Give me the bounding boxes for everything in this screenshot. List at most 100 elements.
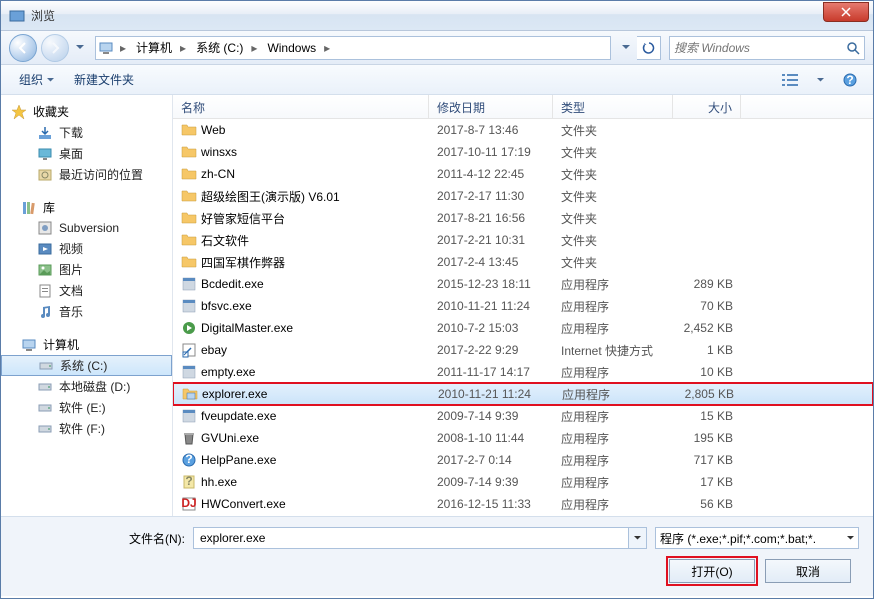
file-row[interactable]: winsxs2017-10-11 17:19文件夹 xyxy=(173,141,873,163)
svg-text:DJ: DJ xyxy=(181,496,196,510)
file-row[interactable]: 四国军棋作弊器2017-2-4 13:45文件夹 xyxy=(173,251,873,273)
file-row[interactable]: Bcdedit.exe2015-12-23 18:11应用程序289 KB xyxy=(173,273,873,295)
search-input[interactable] xyxy=(674,41,846,55)
path-dropdown[interactable] xyxy=(619,37,633,59)
search-box[interactable] xyxy=(669,36,865,60)
file-date: 2011-4-12 22:45 xyxy=(429,167,553,181)
folder-icon xyxy=(181,210,197,226)
file-type: 应用程序 xyxy=(553,430,673,447)
help-icon: ? xyxy=(181,452,197,468)
folder-icon xyxy=(181,232,197,248)
file-date: 2008-1-10 11:44 xyxy=(429,431,553,445)
file-name: 四国军棋作弊器 xyxy=(173,254,429,271)
sidebar-item-download[interactable]: 下载 xyxy=(1,122,172,143)
file-row[interactable]: DigitalMaster.exe2010-7-2 15:03应用程序2,452… xyxy=(173,317,873,339)
path-chevron[interactable]: ▸ xyxy=(320,41,334,55)
view-icon xyxy=(782,73,798,87)
sidebar-item-drive[interactable]: 系统 (C:) xyxy=(1,355,172,376)
sidebar-item-music[interactable]: 音乐 xyxy=(1,301,172,322)
file-row[interactable]: zh-CN2011-4-12 22:45文件夹 xyxy=(173,163,873,185)
file-name: GVUni.exe xyxy=(173,430,429,446)
drive-icon xyxy=(37,379,53,395)
file-row[interactable]: Web2017-8-7 13:46文件夹 xyxy=(173,119,873,141)
back-button[interactable] xyxy=(9,34,37,62)
sidebar-item-recent[interactable]: 最近访问的位置 xyxy=(1,164,172,185)
path-chevron[interactable]: ▸ xyxy=(247,41,261,55)
computer-icon xyxy=(98,40,114,56)
file-date: 2010-7-2 15:03 xyxy=(429,321,553,335)
sidebar-item-picture[interactable]: 图片 xyxy=(1,259,172,280)
dialog-body: 收藏夹 下载桌面最近访问的位置 库 Subversion视频图片文档音乐 计算机… xyxy=(1,95,873,516)
file-date: 2017-2-7 0:14 xyxy=(429,453,553,467)
path-drive[interactable]: 系统 (C:) xyxy=(190,37,247,59)
file-row[interactable]: 超级绘图王(演示版) V6.012017-2-17 11:30文件夹 xyxy=(173,185,873,207)
breadcrumb-bar[interactable]: ▸ 计算机 ▸ 系统 (C:) ▸ Windows ▸ xyxy=(95,36,611,60)
file-date: 2009-7-14 9:39 xyxy=(429,475,553,489)
view-dropdown[interactable] xyxy=(807,69,833,91)
file-row[interactable]: explorer.exe2010-11-21 11:24应用程序2,805 KB xyxy=(173,383,873,405)
file-row[interactable]: ?hh.exe2009-7-14 9:39应用程序17 KB xyxy=(173,471,873,493)
file-name: zh-CN xyxy=(173,166,429,182)
path-chevron[interactable]: ▸ xyxy=(116,41,130,55)
history-dropdown[interactable] xyxy=(73,37,87,59)
star-icon xyxy=(11,104,27,120)
refresh-button[interactable] xyxy=(637,36,661,60)
new-folder-button[interactable]: 新建文件夹 xyxy=(66,68,142,91)
sidebar-item-drive[interactable]: 软件 (E:) xyxy=(1,397,172,418)
chevron-down-icon xyxy=(634,536,641,540)
filter-combo[interactable]: 程序 (*.exe;*.pif;*.com;*.bat;*. xyxy=(655,527,859,549)
file-size: 56 KB xyxy=(673,497,741,511)
file-name: 石文软件 xyxy=(173,232,429,249)
column-name[interactable]: 名称 xyxy=(173,95,429,118)
filename-dropdown[interactable] xyxy=(629,527,647,549)
sidebar-libraries-header[interactable]: 库 xyxy=(1,197,172,218)
video-icon xyxy=(37,241,53,257)
file-size: 717 KB xyxy=(673,453,741,467)
file-list: 名称 修改日期 类型 大小 Web2017-8-7 13:46文件夹winsxs… xyxy=(173,95,873,516)
file-date: 2017-10-11 17:19 xyxy=(429,145,553,159)
filename-input[interactable] xyxy=(193,527,629,549)
sidebar-computer-header[interactable]: 计算机 xyxy=(1,334,172,355)
path-chevron[interactable]: ▸ xyxy=(176,41,190,55)
close-button[interactable] xyxy=(823,2,869,22)
file-row[interactable]: bfsvc.exe2010-11-21 11:24应用程序70 KB xyxy=(173,295,873,317)
sidebar-item-video[interactable]: 视频 xyxy=(1,238,172,259)
file-size: 2,452 KB xyxy=(673,321,741,335)
help-button[interactable]: ? xyxy=(837,69,863,91)
sidebar-favorites-header[interactable]: 收藏夹 xyxy=(1,101,172,122)
file-row[interactable]: ?HelpPane.exe2017-2-7 0:14应用程序717 KB xyxy=(173,449,873,471)
file-size: 15 KB xyxy=(673,409,741,423)
column-type[interactable]: 类型 xyxy=(553,95,673,118)
help2-icon: ? xyxy=(181,474,197,490)
sidebar-item-document[interactable]: 文档 xyxy=(1,280,172,301)
file-row[interactable]: 石文软件2017-2-21 10:31文件夹 xyxy=(173,229,873,251)
file-row[interactable]: fveupdate.exe2009-7-14 9:39应用程序15 KB xyxy=(173,405,873,427)
column-date[interactable]: 修改日期 xyxy=(429,95,553,118)
path-folder[interactable]: Windows xyxy=(261,37,320,59)
view-mode-button[interactable] xyxy=(777,69,803,91)
file-name: fveupdate.exe xyxy=(173,408,429,424)
file-name: ?HelpPane.exe xyxy=(173,452,429,468)
explorer-icon xyxy=(182,386,198,402)
file-type: 应用程序 xyxy=(553,320,673,337)
file-row[interactable]: empty.exe2011-11-17 14:17应用程序10 KB xyxy=(173,361,873,383)
sidebar-item-drive[interactable]: 本地磁盘 (D:) xyxy=(1,376,172,397)
file-row[interactable]: DJHWConvert.exe2016-12-15 11:33应用程序56 KB xyxy=(173,493,873,515)
open-button[interactable]: 打开(O) xyxy=(669,559,755,583)
sidebar-item-desktop[interactable]: 桌面 xyxy=(1,143,172,164)
organize-button[interactable]: 组织 xyxy=(11,68,62,91)
forward-button[interactable] xyxy=(41,34,69,62)
file-row[interactable]: 好管家短信平台2017-8-21 16:56文件夹 xyxy=(173,207,873,229)
file-row[interactable]: GVUni.exe2008-1-10 11:44应用程序195 KB xyxy=(173,427,873,449)
folder-icon xyxy=(181,188,197,204)
sidebar-item-drive[interactable]: 软件 (F:) xyxy=(1,418,172,439)
file-size: 289 KB xyxy=(673,277,741,291)
library-icon xyxy=(21,200,37,216)
sidebar-item-svn[interactable]: Subversion xyxy=(1,218,172,238)
file-date: 2017-8-21 16:56 xyxy=(429,211,553,225)
folder-icon xyxy=(181,144,197,160)
cancel-button[interactable]: 取消 xyxy=(765,559,851,583)
path-computer[interactable]: 计算机 xyxy=(130,37,176,59)
file-row[interactable]: ebay2017-2-22 9:29Internet 快捷方式1 KB xyxy=(173,339,873,361)
column-size[interactable]: 大小 xyxy=(673,95,741,118)
